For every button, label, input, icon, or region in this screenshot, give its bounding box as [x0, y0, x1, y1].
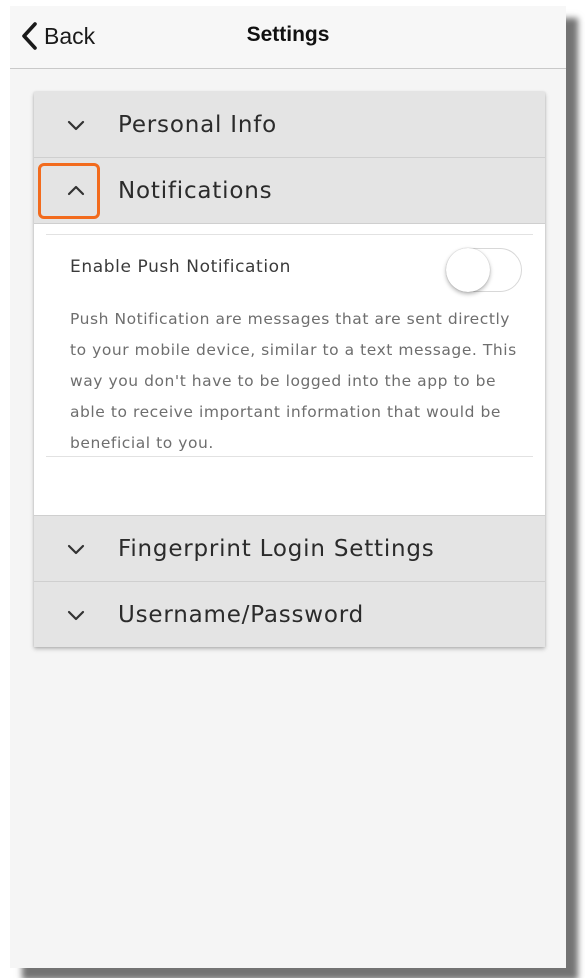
push-notification-description: Push Notification are messages that are …: [70, 310, 517, 452]
section-header-personal-info[interactable]: Personal Info: [34, 92, 545, 158]
toggle-knob: [446, 248, 490, 292]
push-notification-label: Enable Push Notification: [70, 257, 292, 277]
chevron-down-icon: [66, 540, 86, 558]
chevron-up-icon[interactable]: [66, 182, 86, 200]
section-header-username-password[interactable]: Username/Password: [34, 582, 545, 647]
divider: [46, 456, 533, 457]
app-screen: Back Settings Personal Info Notification…: [10, 6, 566, 968]
section-label: Notifications: [118, 177, 273, 204]
section-label: Fingerprint Login Settings: [118, 535, 435, 562]
chevron-down-icon: [66, 116, 86, 134]
section-header-notifications[interactable]: Notifications: [34, 158, 545, 224]
page-title: Settings: [246, 23, 330, 46]
section-label: Username/Password: [118, 601, 365, 628]
push-notification-toggle[interactable]: [446, 248, 522, 292]
settings-accordion: Personal Info Notifications Enable Push …: [34, 92, 545, 647]
section-label: Personal Info: [118, 111, 278, 138]
notifications-panel: Enable Push Notification Push Notificati…: [34, 224, 545, 516]
chevron-down-icon: [66, 606, 86, 624]
section-header-fingerprint[interactable]: Fingerprint Login Settings: [34, 516, 545, 582]
nav-bar: Back Settings: [10, 6, 566, 69]
divider: [46, 234, 533, 235]
